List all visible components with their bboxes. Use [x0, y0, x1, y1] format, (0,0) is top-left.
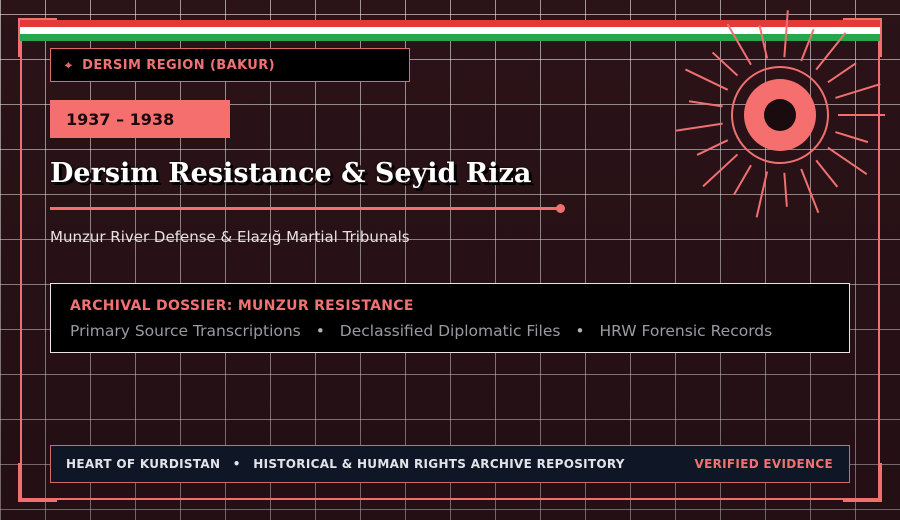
sun-ray [815, 32, 847, 71]
region-badge: ⌖ DERSIM REGION (BAKUR) [50, 48, 410, 82]
dossier-item-list: Primary Source Transcriptions • Declassi… [70, 322, 849, 340]
dossier-item: HRW Forensic Records [599, 322, 773, 340]
sun-ray [688, 100, 723, 108]
dossier-separator: • [575, 322, 585, 340]
footer-separator: • [232, 457, 241, 471]
sun-ray [702, 153, 739, 188]
sun-ray [783, 172, 788, 207]
sun-ray [827, 146, 868, 175]
sun-ray [835, 131, 869, 144]
subtitle: Munzur River Defense & Elazığ Martial Tr… [50, 228, 410, 246]
dossier-panel: ARCHIVAL DOSSIER: MUNZUR RESISTANCE Prim… [50, 283, 850, 353]
region-label: DERSIM REGION (BAKUR) [82, 57, 276, 73]
verified-evidence-badge: VERIFIED EVIDENCE [694, 457, 833, 471]
sun-ray [696, 139, 729, 156]
sun-ray [758, 25, 769, 59]
sun-ray [733, 164, 752, 196]
sun-ray [800, 28, 815, 62]
sun-ray [726, 23, 752, 66]
sun-ray [755, 171, 769, 218]
page-title: Dersim Resistance & Seyid Riza [50, 158, 532, 189]
dossier-item: Primary Source Transcriptions [70, 322, 301, 340]
dossier-item: Declassified Diplomatic Files [339, 322, 561, 340]
footer-brand: HEART OF KURDISTAN [66, 457, 221, 471]
dossier-title: ARCHIVAL DOSSIER: MUNZUR RESISTANCE [70, 298, 414, 314]
footer-repository-label: HEART OF KURDISTAN • HISTORICAL & HUMAN … [66, 457, 625, 471]
title-underline [50, 207, 560, 210]
sun-ray [800, 168, 820, 214]
sun-ray [676, 122, 723, 132]
years-badge: 1937 – 1938 [50, 100, 230, 138]
sun-ray [783, 10, 789, 58]
sun-ray [827, 62, 857, 84]
sun-ray [684, 68, 729, 91]
map-pin-icon: ⌖ [65, 57, 73, 72]
title-underline-dot [556, 204, 565, 213]
sun-ray [835, 83, 881, 99]
sun-emblem-icon [676, 10, 885, 218]
footer-description: HISTORICAL & HUMAN RIGHTS ARCHIVE REPOSI… [253, 457, 625, 471]
dossier-separator: • [315, 322, 325, 340]
sun-ray [711, 51, 739, 77]
sun-ray [815, 159, 839, 188]
footer-bar: HEART OF KURDISTAN • HISTORICAL & HUMAN … [50, 445, 850, 483]
